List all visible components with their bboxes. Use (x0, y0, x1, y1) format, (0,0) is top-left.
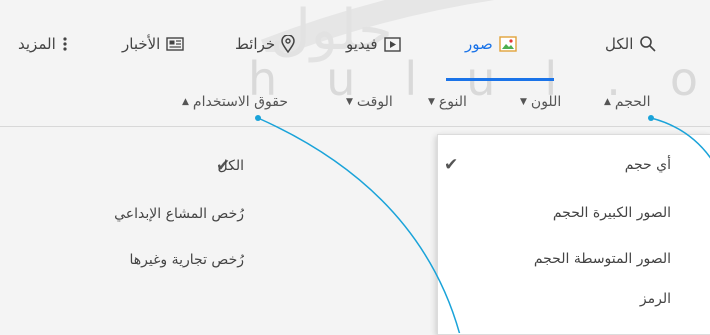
location-pin-icon (281, 35, 295, 53)
usage-rights-option[interactable]: رُخص تجارية وغيرها (129, 252, 244, 268)
play-icon (383, 36, 401, 52)
filter-time-label: الوقت (356, 94, 393, 110)
toolbar-divider (0, 126, 710, 127)
tab-videos[interactable]: فيديو (346, 31, 401, 57)
tab-videos-label: فيديو (346, 35, 378, 53)
tab-news-label: الأخبار (122, 35, 161, 53)
vertical-dots-icon (62, 36, 68, 52)
filter-size[interactable]: ▲ الحجم (604, 94, 650, 110)
caret-down-icon: ▼ (346, 97, 353, 107)
usage-rights-option[interactable]: الكل (218, 158, 245, 174)
filter-type-label: النوع (438, 94, 467, 110)
tab-all[interactable]: الكل (605, 31, 657, 57)
usage-rights-option[interactable]: رُخص المشاع الإبداعي (114, 206, 244, 222)
image-icon (499, 36, 517, 52)
filter-color-label: اللون (530, 94, 562, 110)
caret-down-icon: ▼ (428, 97, 435, 107)
active-tab-underline (446, 78, 554, 81)
caret-up-icon: ▲ (604, 97, 611, 107)
newspaper-icon (166, 37, 185, 51)
size-option[interactable]: الصور المتوسطة الحجم (534, 251, 671, 267)
search-icon (639, 35, 657, 53)
usage-rights-menu: ✔ الكل رُخص المشاع الإبداعي رُخص تجارية … (0, 134, 440, 333)
size-option[interactable]: أي حجم (625, 157, 671, 173)
checkmark-icon: ✔ (444, 155, 459, 175)
filter-time[interactable]: ▼ الوقت (346, 94, 393, 110)
filter-color[interactable]: ▼ اللون (520, 94, 561, 110)
size-menu: ✔ أي حجم الصور الكبيرة الحجم الصور المتو… (437, 134, 710, 335)
caret-up-icon: ▲ (182, 97, 189, 107)
filter-type[interactable]: ▼ النوع (428, 94, 467, 110)
size-option[interactable]: الصور الكبيرة الحجم (553, 205, 671, 221)
filter-size-label: الحجم (614, 94, 651, 110)
tab-maps-label: خرائط (235, 35, 276, 53)
tab-maps[interactable]: خرائط (235, 31, 295, 57)
tab-more-label: المزيد (18, 35, 56, 53)
tab-images[interactable]: صور (465, 31, 517, 57)
size-option[interactable]: الرمز (640, 291, 671, 307)
tab-news[interactable]: الأخبار (122, 31, 185, 57)
filter-toolbar: ▲ الحجم ▼ اللون ▼ النوع ▼ الوقت ▲ حقوق ا… (0, 94, 710, 118)
search-type-tabs: الكل صور فيديو خرائط الأخبار المزيد (0, 31, 710, 59)
caret-down-icon: ▼ (520, 97, 527, 107)
filter-usage-rights[interactable]: ▲ حقوق الاستخدام (182, 94, 288, 110)
filter-usage-rights-label: حقوق الاستخدام (192, 94, 288, 110)
tab-more[interactable]: المزيد (18, 31, 68, 57)
tab-all-label: الكل (605, 35, 634, 53)
tab-images-label: صور (465, 35, 493, 53)
